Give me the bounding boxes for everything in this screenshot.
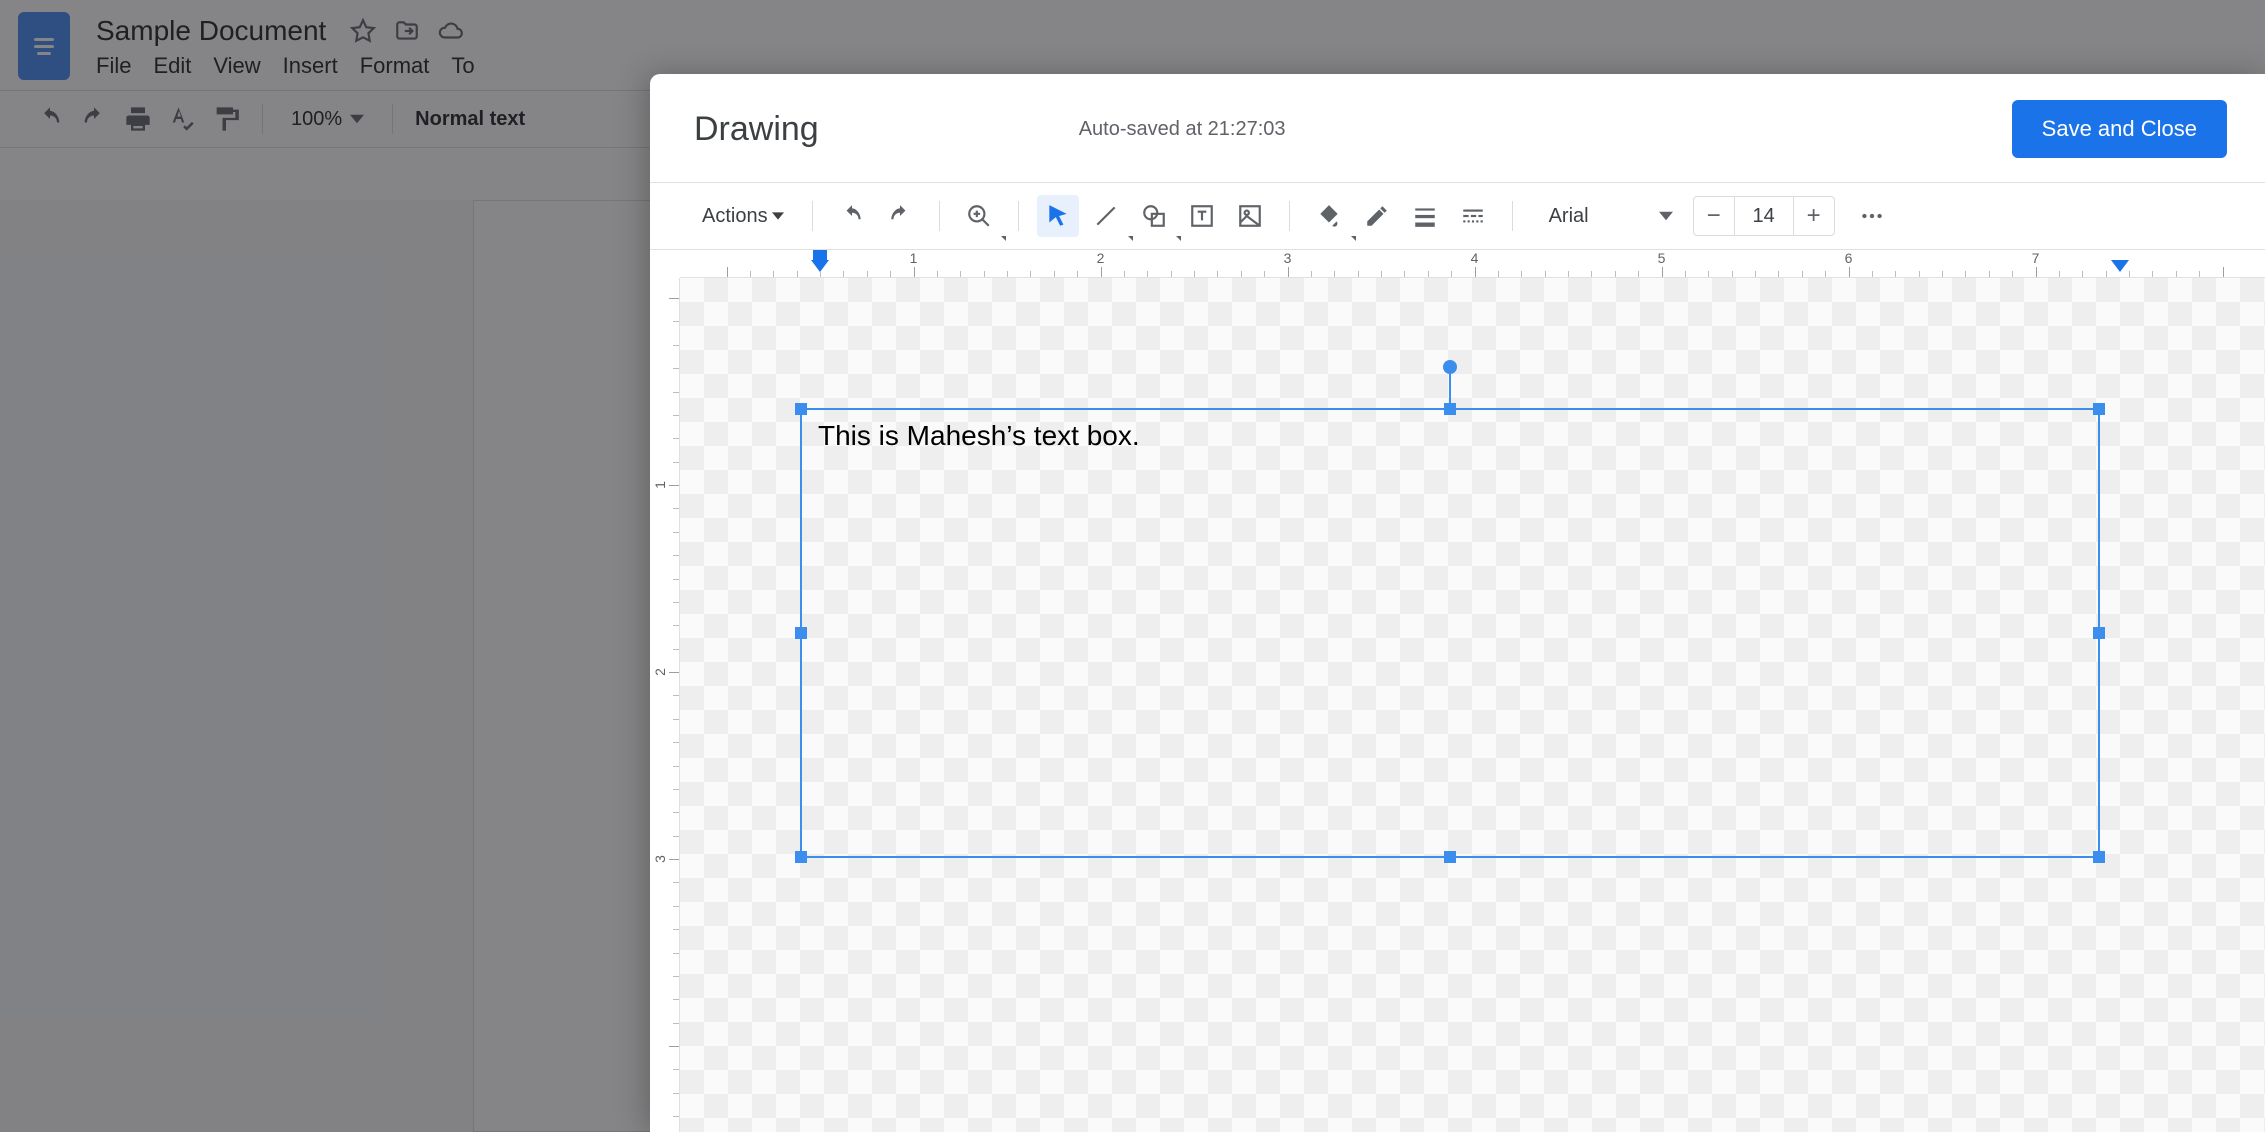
resize-handle-mr[interactable] — [2093, 627, 2105, 639]
resize-handle-bm[interactable] — [1444, 851, 1456, 863]
resize-handle-ml[interactable] — [795, 627, 807, 639]
ruler-h-number: 3 — [1284, 250, 1292, 266]
ruler-h-number: 5 — [1658, 250, 1666, 266]
textbox-tool-icon[interactable] — [1181, 195, 1223, 237]
rotate-handle[interactable] — [1443, 360, 1457, 374]
resize-handle-br[interactable] — [2093, 851, 2105, 863]
chevron-down-icon — [1128, 236, 1133, 241]
vertical-ruler[interactable]: 1 2 3 — [650, 278, 680, 1132]
redo-icon[interactable] — [879, 195, 921, 237]
resize-handle-tl[interactable] — [795, 403, 807, 415]
shape-tool-icon[interactable] — [1133, 195, 1175, 237]
zoom-icon[interactable] — [958, 195, 1000, 237]
resize-handle-tm[interactable] — [1444, 403, 1456, 415]
more-options-icon[interactable] — [1851, 195, 1893, 237]
autosave-status: Auto-saved at 21:27:03 — [1079, 118, 1972, 141]
border-dash-icon[interactable] — [1452, 195, 1494, 237]
right-indent-marker[interactable] — [2111, 260, 2129, 272]
font-size-group: − 14 + — [1693, 196, 1835, 236]
actions-menu[interactable]: Actions — [692, 199, 794, 234]
font-size-value[interactable]: 14 — [1734, 197, 1794, 235]
resize-handle-tr[interactable] — [2093, 403, 2105, 415]
font-size-decrease-button[interactable]: − — [1694, 197, 1734, 235]
ruler-v-number: 2 — [652, 668, 668, 676]
save-and-close-button[interactable]: Save and Close — [2012, 100, 2227, 158]
border-color-icon[interactable] — [1356, 195, 1398, 237]
drawing-dialog: Drawing Auto-saved at 21:27:03 Save and … — [650, 74, 2265, 1132]
dialog-title: Drawing — [694, 110, 819, 149]
drawing-canvas[interactable]: This is Mahesh’s text box. — [680, 278, 2265, 1132]
image-tool-icon[interactable] — [1229, 195, 1271, 237]
border-weight-icon[interactable] — [1404, 195, 1446, 237]
ruler-v-number: 3 — [652, 855, 668, 863]
chevron-down-icon — [1351, 236, 1356, 241]
ruler-h-number: 7 — [2032, 250, 2040, 266]
ruler-h-number: 4 — [1471, 250, 1479, 266]
resize-handle-bl[interactable] — [795, 851, 807, 863]
rotate-connector — [1449, 372, 1451, 404]
font-name: Arial — [1549, 205, 1589, 228]
horizontal-ruler[interactable]: 1 2 3 4 5 6 7 — [680, 250, 2265, 278]
select-tool-icon[interactable] — [1037, 195, 1079, 237]
actions-label: Actions — [702, 205, 768, 228]
font-select[interactable]: Arial — [1531, 205, 1687, 228]
drawing-toolbar: Actions — [650, 183, 2265, 249]
undo-icon[interactable] — [831, 195, 873, 237]
line-tool-icon[interactable] — [1085, 195, 1127, 237]
ruler-h-number: 6 — [1845, 250, 1853, 266]
ruler-h-number: 2 — [1097, 250, 1105, 266]
fill-color-icon[interactable] — [1308, 195, 1350, 237]
font-size-increase-button[interactable]: + — [1794, 197, 1834, 235]
text-box[interactable]: This is Mahesh’s text box. — [800, 408, 2100, 858]
chevron-down-icon — [1176, 236, 1181, 241]
chevron-down-icon — [1001, 236, 1006, 241]
drawing-canvas-area: 1 2 3 4 5 6 7 1 2 3 This is Mahesh’s text box. — [650, 250, 2265, 1132]
ruler-h-number: 1 — [910, 250, 918, 266]
ruler-v-number: 1 — [652, 481, 668, 489]
dialog-header: Drawing Auto-saved at 21:27:03 Save and … — [650, 74, 2265, 182]
text-box-content[interactable]: This is Mahesh’s text box. — [802, 410, 2098, 462]
